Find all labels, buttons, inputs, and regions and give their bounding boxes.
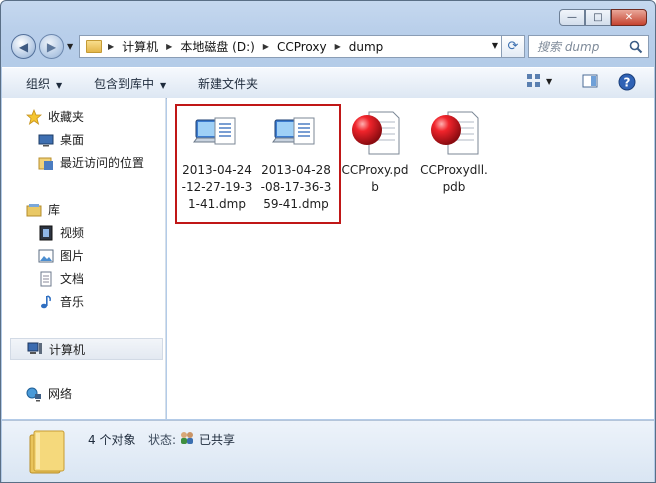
search-box[interactable] <box>528 35 649 58</box>
navigation-pane: 收藏夹 桌面 最近访问的位置 库 视频 图片 文档 音乐 计算机 网络 <box>2 98 166 419</box>
chevron-down-icon: ▼ <box>160 81 167 90</box>
sidebar-item-label: 音乐 <box>60 295 85 309</box>
help-icon: ? <box>618 73 636 91</box>
state-value: 已共享 <box>199 433 236 447</box>
include-in-library-button[interactable]: 包含到库中 ▼ <box>94 75 166 92</box>
maximize-button[interactable]: □ <box>585 9 611 26</box>
file-list-view: 2013-04-24-12-27-19-31-41.dmp 2013-04-28… <box>167 98 654 419</box>
refresh-button[interactable]: ⟳ <box>501 35 525 58</box>
state-label: 状态: <box>148 433 177 447</box>
sidebar-item-network[interactable]: 网络 <box>26 385 72 402</box>
chevron-right-icon[interactable]: ▶ <box>263 42 269 51</box>
sidebar-item-label: 计算机 <box>49 342 86 357</box>
pdb-file-icon <box>338 104 412 160</box>
minimize-button[interactable]: — <box>559 9 585 26</box>
breadcrumb-computer[interactable]: 计算机 <box>122 38 158 55</box>
sidebar-item-documents[interactable]: 文档 <box>38 270 84 287</box>
breadcrumb-dump[interactable]: dump <box>349 40 384 54</box>
sidebar-item-label: 文档 <box>60 272 85 286</box>
recent-places-icon <box>38 155 54 171</box>
view-options-icon <box>527 74 540 87</box>
chevron-right-icon[interactable]: ▶ <box>108 42 114 51</box>
organize-button[interactable]: 组织 ▼ <box>26 75 62 92</box>
sidebar-item-label: 桌面 <box>60 133 85 147</box>
sidebar-item-label: 库 <box>48 203 61 217</box>
star-icon <box>26 108 42 125</box>
address-bar[interactable]: ▶ 计算机 ▶ 本地磁盘 (D:) ▶ CCProxy ▶ dump ▼ <box>79 35 505 58</box>
sidebar-item-label: 收藏夹 <box>48 110 85 124</box>
include-in-library-label: 包含到库中 <box>94 77 155 91</box>
library-icon <box>26 202 42 218</box>
sidebar-item-label: 图片 <box>60 249 85 263</box>
forward-button[interactable]: ▶ <box>39 34 64 59</box>
item-count: 4 个对象 <box>88 433 136 447</box>
search-input[interactable] <box>535 39 629 55</box>
sidebar-item-label: 网络 <box>48 387 73 401</box>
folder-icon <box>29 430 65 474</box>
refresh-icon: ⟳ <box>507 39 519 54</box>
shared-users-icon <box>181 432 193 444</box>
back-button[interactable]: ◀ <box>11 34 36 59</box>
breadcrumb-local-disk[interactable]: 本地磁盘 (D:) <box>180 38 254 55</box>
breadcrumb-ccproxy[interactable]: CCProxy <box>277 40 327 54</box>
navigation-bar: ◀ ▶ ▼ ▶ 计算机 ▶ 本地磁盘 (D:) ▶ CCProxy ▶ dump… <box>9 33 649 61</box>
computer-icon <box>27 341 43 357</box>
sidebar-item-music[interactable]: 音乐 <box>38 293 84 310</box>
sidebar-item-desktop[interactable]: 桌面 <box>38 131 84 148</box>
chevron-right-icon[interactable]: ▶ <box>335 42 341 51</box>
dump-file-icon <box>259 104 333 160</box>
preview-pane-icon <box>582 74 598 88</box>
chevron-down-icon: ▼ <box>546 76 553 86</box>
new-folder-button[interactable]: 新建文件夹 <box>198 75 258 92</box>
file-item-ccproxydll-pdb[interactable]: CCProxydll.pdb <box>417 104 491 196</box>
recent-pages-dropdown[interactable]: ▼ <box>67 42 73 51</box>
forward-arrow-icon: ▶ <box>46 39 57 54</box>
desktop-icon <box>38 132 54 148</box>
file-item-dump-1[interactable]: 2013-04-24-12-27-19-31-41.dmp <box>180 104 254 213</box>
dump-file-icon <box>180 104 254 160</box>
sidebar-item-favorites[interactable]: 收藏夹 <box>26 108 84 125</box>
sidebar-item-label: 视频 <box>60 226 85 240</box>
sidebar-item-pictures[interactable]: 图片 <box>38 247 84 264</box>
file-name: 2013-04-24-12-27-19-31-41.dmp <box>181 163 253 211</box>
pdb-file-icon <box>417 104 491 160</box>
video-icon <box>38 225 54 241</box>
music-icon <box>38 294 54 310</box>
search-icon[interactable] <box>629 40 643 54</box>
chevron-right-icon[interactable]: ▶ <box>166 42 172 51</box>
explorer-window: — □ ✕ ◀ ▶ ▼ ▶ 计算机 ▶ 本地磁盘 (D:) ▶ CCProxy … <box>0 0 656 483</box>
file-name: CCProxy.pdb <box>341 163 409 194</box>
folder-icon <box>86 40 102 53</box>
sidebar-item-computer[interactable]: 计算机 <box>10 338 163 360</box>
sidebar-item-label: 最近访问的位置 <box>60 156 145 170</box>
sidebar-item-libraries[interactable]: 库 <box>26 201 60 218</box>
help-button[interactable]: ? <box>618 73 636 91</box>
documents-icon <box>38 271 54 287</box>
file-name: 2013-04-28-08-17-36-359-41.dmp <box>260 163 332 211</box>
file-name: CCProxydll.pdb <box>420 163 488 194</box>
caption-buttons: — □ ✕ <box>559 9 647 26</box>
back-arrow-icon: ◀ <box>18 39 29 54</box>
details-pane: 4 个对象 状态: 已共享 <box>2 420 654 482</box>
pictures-icon <box>38 248 54 264</box>
svg-text:?: ? <box>624 76 631 90</box>
chevron-down-icon: ▼ <box>56 81 63 90</box>
view-options-button[interactable]: ▼ <box>526 73 552 89</box>
file-item-ccproxy-pdb[interactable]: CCProxy.pdb <box>338 104 412 196</box>
close-button[interactable]: ✕ <box>611 9 647 26</box>
file-item-dump-2[interactable]: 2013-04-28-08-17-36-359-41.dmp <box>259 104 333 213</box>
address-dropdown-icon[interactable]: ▼ <box>492 41 498 50</box>
network-icon <box>26 386 42 402</box>
organize-label: 组织 <box>26 77 51 91</box>
preview-pane-button[interactable] <box>582 73 598 89</box>
sidebar-item-videos[interactable]: 视频 <box>38 224 84 241</box>
command-toolbar: 组织 ▼ 包含到库中 ▼ 新建文件夹 ▼ ? <box>2 67 654 99</box>
sidebar-item-recent-places[interactable]: 最近访问的位置 <box>38 154 144 171</box>
new-folder-label: 新建文件夹 <box>198 77 259 91</box>
